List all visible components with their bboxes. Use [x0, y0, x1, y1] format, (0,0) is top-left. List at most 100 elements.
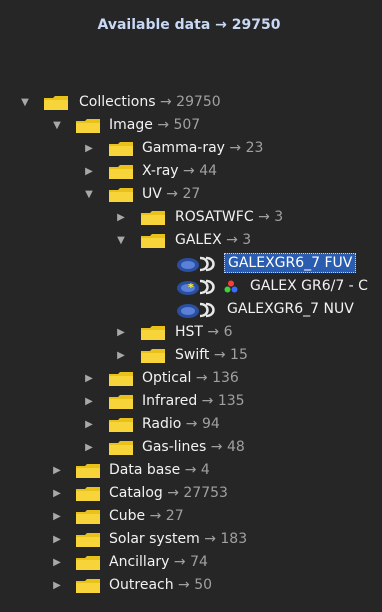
tree-node-optical[interactable]: ▶ Optical → 136 [0, 367, 382, 390]
tree-node-catalog[interactable]: ▶ Catalog → 27753 [0, 482, 382, 505]
triangle-down-icon[interactable]: ▼ [50, 114, 64, 137]
node-label: Solar system [109, 531, 200, 547]
folder-icon [44, 96, 68, 110]
node-label: X-ray [142, 163, 179, 179]
node-count: → 4 [184, 462, 210, 478]
triangle-right-icon[interactable]: ▶ [50, 482, 64, 505]
node-count: → 44 [183, 163, 218, 179]
node-count: → 48 [210, 439, 245, 455]
node-label: Gamma-ray [142, 140, 225, 156]
node-label: GALEX GR6/7 - C [250, 278, 368, 294]
tree-leaf-galex-color[interactable]: * GALEX GR6/7 - C [0, 275, 382, 298]
node-count: → 136 [195, 370, 239, 386]
node-label: Radio [142, 416, 182, 432]
triangle-right-icon[interactable]: ▶ [82, 436, 96, 459]
triangle-right-icon[interactable]: ▶ [50, 505, 64, 528]
node-count: → 135 [201, 393, 245, 409]
node-count: → 6 [207, 324, 233, 340]
folder-icon [141, 349, 165, 363]
triangle-down-icon[interactable]: ▼ [82, 183, 96, 206]
data-tree: ▼ Collections → 29750 ▼ Image → 507 ▶ Ga… [0, 91, 382, 597]
node-label: Swift [175, 347, 210, 363]
tree-node-image[interactable]: ▼ Image → 507 [0, 114, 382, 137]
triangle-right-icon[interactable]: ▶ [114, 206, 128, 229]
node-label: UV [142, 186, 162, 202]
node-count: → 15 [213, 347, 248, 363]
node-label: Data base [109, 462, 181, 478]
tree-node-ancillary[interactable]: ▶ Ancillary → 74 [0, 551, 382, 574]
folder-icon [109, 372, 133, 386]
selected-leaf-label: GALEXGR6_7 FUV [224, 253, 357, 273]
tree-node-solar-system[interactable]: ▶ Solar system → 183 [0, 528, 382, 551]
node-label: Optical [142, 370, 192, 386]
star-icon: * [188, 281, 194, 294]
triangle-down-icon[interactable]: ▼ [18, 91, 32, 114]
tree-node-data-base[interactable]: ▶ Data base → 4 [0, 459, 382, 482]
node-count: → 27 [166, 186, 201, 202]
tree-node-collections[interactable]: ▼ Collections → 29750 [0, 91, 382, 114]
node-label: Image [109, 117, 153, 133]
triangle-right-icon[interactable]: ▶ [82, 390, 96, 413]
node-count: → 27753 [167, 485, 228, 501]
folder-icon [76, 556, 100, 570]
node-count: → 3 [258, 209, 284, 225]
folder-icon [76, 579, 100, 593]
folder-icon [109, 441, 133, 455]
node-label: GALEX [175, 232, 222, 248]
triangle-right-icon[interactable]: ▶ [82, 160, 96, 183]
node-count: → 94 [185, 416, 220, 432]
folder-icon [76, 119, 100, 133]
node-label: Gas-lines [142, 439, 207, 455]
node-label: GALEXGR6_7 NUV [227, 301, 354, 317]
folder-icon [109, 142, 133, 156]
tree-leaf-galex-fuv[interactable]: GALEXGR6_7 FUV [0, 252, 382, 275]
folder-icon [141, 326, 165, 340]
folder-icon [76, 464, 100, 478]
folder-icon [109, 418, 133, 432]
plug-icon [176, 255, 220, 273]
triangle-right-icon[interactable]: ▶ [50, 551, 64, 574]
folder-icon [76, 533, 100, 547]
tree-leaf-galex-nuv[interactable]: GALEXGR6_7 NUV [0, 298, 382, 321]
folder-icon [141, 234, 165, 248]
tree-node-hst[interactable]: ▶ HST → 6 [0, 321, 382, 344]
node-label: Cube [109, 508, 146, 524]
node-count: → 183 [204, 531, 248, 547]
triangle-right-icon[interactable]: ▶ [82, 367, 96, 390]
tree-node-gamma-ray[interactable]: ▶ Gamma-ray → 23 [0, 137, 382, 160]
folder-icon [109, 395, 133, 409]
tree-node-radio[interactable]: ▶ Radio → 94 [0, 413, 382, 436]
triangle-right-icon[interactable]: ▶ [82, 413, 96, 436]
triangle-down-icon[interactable]: ▼ [114, 229, 128, 252]
triangle-right-icon[interactable]: ▶ [50, 528, 64, 551]
triangle-right-icon[interactable]: ▶ [50, 459, 64, 482]
triangle-right-icon[interactable]: ▶ [82, 137, 96, 160]
node-count: → 3 [226, 232, 252, 248]
tree-node-infrared[interactable]: ▶ Infrared → 135 [0, 390, 382, 413]
tree-node-cube[interactable]: ▶ Cube → 27 [0, 505, 382, 528]
node-count: → 29750 [160, 94, 221, 110]
tree-node-galex[interactable]: ▼ GALEX → 3 [0, 229, 382, 252]
header-title: Available data [97, 17, 211, 33]
tree-node-rosatwfc[interactable]: ▶ ROSATWFC → 3 [0, 206, 382, 229]
node-label: ROSATWFC [175, 209, 254, 225]
plug-icon: * [176, 278, 220, 296]
folder-icon [109, 188, 133, 202]
available-data-header: Available data → 29750 [0, 17, 382, 33]
tree-node-outreach[interactable]: ▶ Outreach → 50 [0, 574, 382, 597]
node-label: Catalog [109, 485, 163, 501]
node-count: → 74 [173, 554, 208, 570]
tree-node-swift[interactable]: ▶ Swift → 15 [0, 344, 382, 367]
triangle-right-icon[interactable]: ▶ [114, 321, 128, 344]
tree-node-gas-lines[interactable]: ▶ Gas-lines → 48 [0, 436, 382, 459]
triangle-right-icon[interactable]: ▶ [114, 344, 128, 367]
folder-icon [76, 487, 100, 501]
node-label: Outreach [109, 577, 174, 593]
tree-node-x-ray[interactable]: ▶ X-ray → 44 [0, 160, 382, 183]
folder-icon [109, 165, 133, 179]
node-label: Collections [79, 94, 156, 110]
node-count: → 23 [229, 140, 264, 156]
tree-node-uv[interactable]: ▼ UV → 27 [0, 183, 382, 206]
header-total: 29750 [231, 17, 281, 33]
triangle-right-icon[interactable]: ▶ [50, 574, 64, 597]
